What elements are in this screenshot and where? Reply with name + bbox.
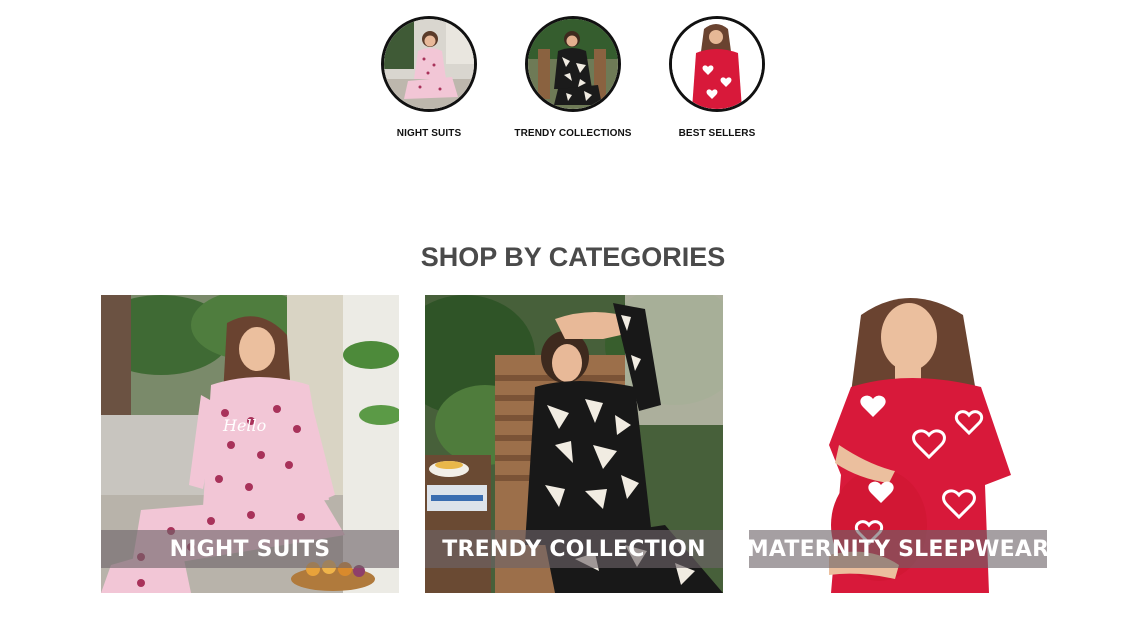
story-image-night-suits[interactable] (381, 16, 477, 112)
category-label[interactable]: MATERNITY SLEEPWEAR (749, 537, 1047, 562)
category-label[interactable]: TRENDY COLLECTION (442, 537, 705, 562)
story-best-sellers[interactable]: BEST SELLERS (645, 16, 789, 139)
category-tile-maternity-sleepwear[interactable]: MATERNITY SLEEPWEAR (749, 295, 1047, 593)
category-tile-trendy-collection[interactable]: TRENDY COLLECTION (425, 295, 723, 593)
story-label[interactable]: TRENDY COLLECTIONS (514, 128, 631, 139)
tile-banner: NIGHT SUITS (101, 530, 399, 568)
story-label[interactable]: NIGHT SUITS (397, 128, 461, 139)
category-tile-night-suits[interactable]: Hello NIGHT SUITS (101, 295, 399, 593)
story-circles: NIGHT SUITS TRENDY COLLECTIONS BEST SELL… (0, 16, 1146, 139)
story-label[interactable]: BEST SELLERS (679, 128, 756, 139)
page: NIGHT SUITS TRENDY COLLECTIONS BEST SELL… (0, 0, 1146, 629)
story-image-trendy-collections[interactable] (525, 16, 621, 112)
tile-banner: MATERNITY SLEEPWEAR (749, 530, 1047, 568)
story-image-best-sellers[interactable] (669, 16, 765, 112)
story-trendy-collections[interactable]: TRENDY COLLECTIONS (501, 16, 645, 139)
story-night-suits[interactable]: NIGHT SUITS (357, 16, 501, 139)
tile-banner: TRENDY COLLECTION (425, 530, 723, 568)
category-label[interactable]: NIGHT SUITS (170, 537, 331, 562)
category-grid: Hello NIGHT SUITS TRENDY COLLECTION MATE… (101, 295, 1047, 593)
section-title: SHOP BY CATEGORIES (420, 242, 726, 272)
svg-text:Hello: Hello (222, 416, 266, 435)
